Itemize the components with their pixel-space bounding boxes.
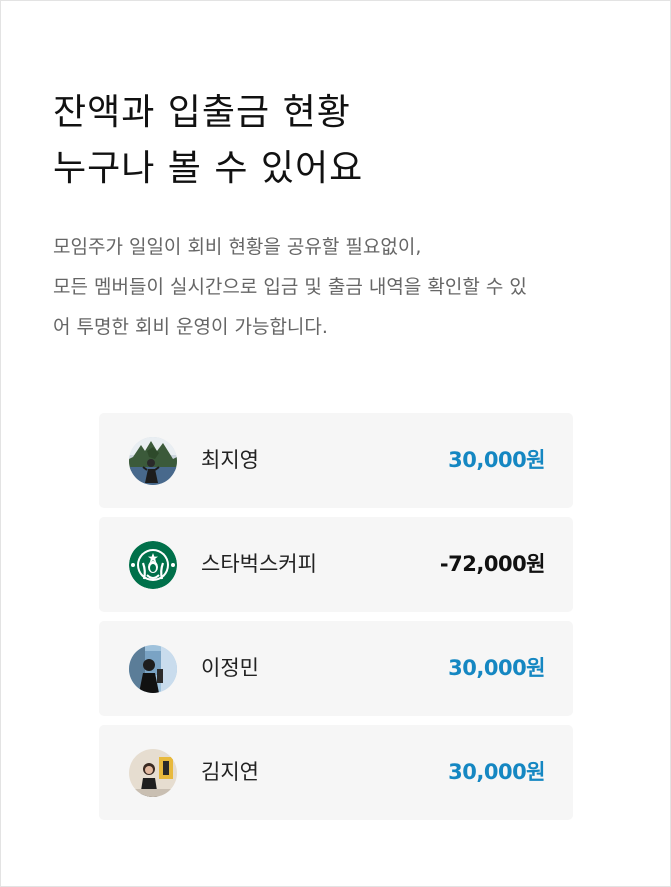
transaction-row[interactable]: 이정민 30,000원	[99, 621, 573, 716]
transaction-name: 이정민	[201, 656, 259, 680]
transaction-amount: 30,000원	[448, 448, 545, 472]
transaction-row[interactable]: 최지영 30,000원	[99, 413, 573, 508]
transaction-name: 김지연	[201, 760, 259, 784]
transaction-name: 최지영	[201, 448, 259, 472]
headline-line-1: 잔액과 입출금 현황	[53, 92, 351, 133]
description: 모임주가 일일이 회비 현황을 공유할 필요없이, 모든 멤버들이 실시간으로 …	[53, 227, 633, 347]
transaction-row[interactable]: 스타벅스커피 -72,000원	[99, 517, 573, 612]
transaction-list: 최지영 30,000원 스타벅스커피 -72,000원 이정민 30,000원 …	[99, 413, 573, 829]
transaction-amount: 30,000원	[448, 656, 545, 680]
transaction-name: 스타벅스커피	[201, 552, 317, 576]
transaction-row[interactable]: 김지연 30,000원	[99, 725, 573, 820]
member-photo-icon	[129, 437, 177, 485]
headline: 잔액과 입출금 현황 누구나 볼 수 있어요	[53, 85, 363, 197]
starbucks-logo-icon	[129, 541, 177, 589]
transaction-amount: 30,000원	[448, 760, 545, 784]
transaction-amount: -72,000원	[439, 552, 546, 576]
member-photo-icon	[129, 645, 177, 693]
headline-line-2: 누구나 볼 수 있어요	[53, 148, 364, 189]
description-line-2: 모든 멤버들이 실시간으로 입금 및 출금 내역을 확인할 수 있	[53, 276, 527, 298]
page-frame: 잔액과 입출금 현황 누구나 볼 수 있어요 모임주가 일일이 회비 현황을 공…	[0, 0, 671, 887]
description-line-1: 모임주가 일일이 회비 현황을 공유할 필요없이,	[53, 236, 422, 258]
description-line-3: 어 투명한 회비 운영이 가능합니다.	[53, 316, 328, 338]
member-photo-icon	[129, 749, 177, 797]
